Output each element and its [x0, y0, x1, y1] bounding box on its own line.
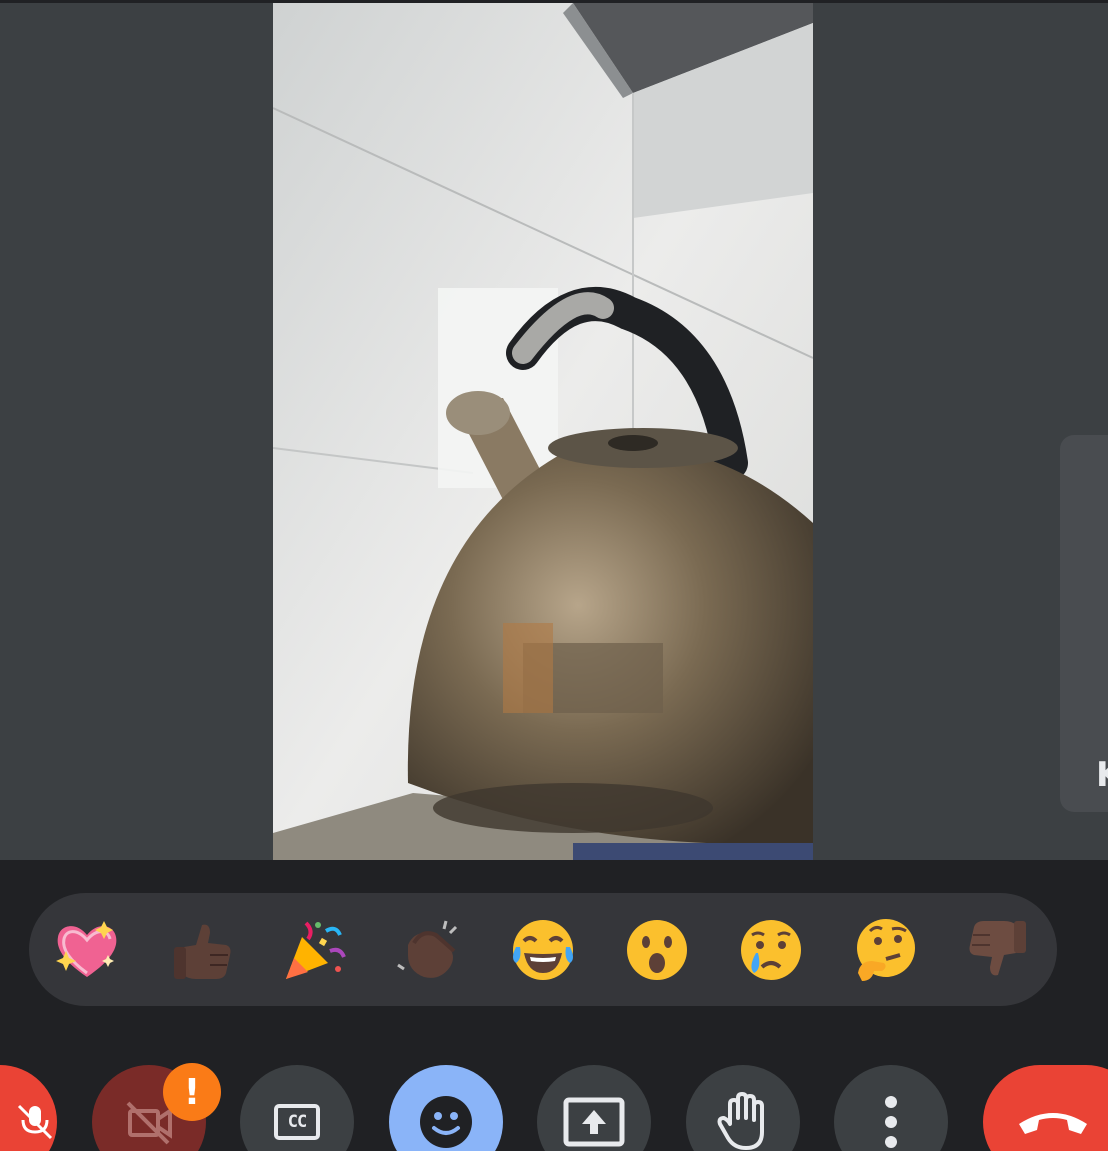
video-frame-image [273, 3, 813, 860]
tears-of-joy-icon [513, 919, 573, 980]
reaction-party-popper[interactable] [265, 893, 365, 1006]
end-call-icon [1019, 1113, 1087, 1134]
participant-initial: K [1096, 755, 1108, 795]
sparkling-heart-icon [56, 920, 117, 977]
thumbs-up-icon [174, 924, 231, 979]
participant-video-tile[interactable] [273, 3, 813, 860]
thumbs-down-icon [969, 920, 1026, 975]
reaction-tears-of-joy[interactable] [493, 893, 593, 1006]
captions-label: CC [287, 1112, 308, 1132]
reaction-thumbs-up[interactable] [151, 893, 251, 1006]
more-options-icon [885, 1096, 897, 1148]
raise-hand-icon [717, 1092, 764, 1150]
leave-call-button[interactable] [983, 1065, 1108, 1151]
closed-captions-icon: CC [274, 1104, 320, 1140]
reaction-crying-face[interactable] [721, 893, 821, 1006]
emoji-icon [420, 1096, 472, 1148]
reaction-thinking-face[interactable] [835, 893, 935, 1006]
reaction-clapping-hands[interactable] [379, 893, 479, 1006]
reaction-sparkling-heart[interactable] [37, 893, 137, 1006]
party-popper-icon [286, 921, 346, 979]
reaction-surprised-face[interactable] [607, 893, 707, 1006]
warning-mark: ! [183, 1071, 201, 1113]
thinking-face-icon [857, 918, 915, 981]
surprised-face-icon [627, 919, 687, 980]
side-participant-panel[interactable]: K [1060, 435, 1108, 812]
crying-face-icon [741, 919, 801, 980]
meeting-window: K [0, 0, 1108, 1151]
reaction-thumbs-down[interactable] [949, 893, 1049, 1006]
mic-off-icon [17, 1104, 53, 1140]
clapping-hands-icon [397, 920, 458, 978]
present-screen-icon [563, 1097, 625, 1147]
camera-warning-badge: ! [163, 1063, 221, 1121]
reactions-bar [29, 893, 1057, 1006]
